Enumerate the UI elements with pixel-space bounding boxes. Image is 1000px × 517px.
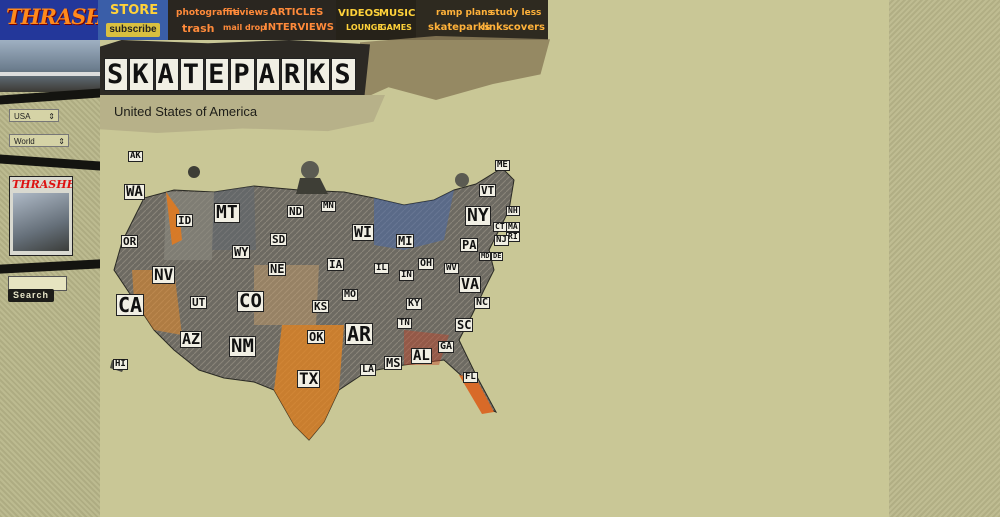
state-wa[interactable]: WA [124, 184, 145, 200]
state-la[interactable]: LA [360, 364, 377, 376]
state-nd[interactable]: ND [287, 205, 305, 218]
nav-articles[interactable]: ARTICLES [270, 7, 323, 18]
state-nm[interactable]: NM [229, 336, 256, 357]
us-map [104, 150, 524, 445]
search-button[interactable]: Search [8, 289, 54, 302]
nav-trash[interactable]: trash [182, 22, 214, 35]
nav-group-media [336, 0, 416, 40]
state-ct[interactable]: CT [493, 222, 507, 232]
us-map-shape [110, 161, 515, 441]
nav-skateparks[interactable]: skateparks [428, 22, 490, 33]
chevron-down-icon: ⇕ [58, 137, 65, 146]
state-al[interactable]: AL [411, 348, 432, 364]
nav-videos[interactable]: VIDEOS [338, 8, 380, 19]
nav-games[interactable]: GAMES [380, 23, 412, 32]
nav-music[interactable]: MUSIC [379, 8, 415, 19]
state-ia[interactable]: IA [327, 258, 345, 271]
magazine-photo [13, 193, 69, 251]
state-or[interactable]: OR [121, 235, 139, 248]
country-select-value: USA [14, 112, 31, 121]
state-ky[interactable]: KY [406, 298, 423, 310]
state-pa[interactable]: PA [460, 238, 479, 252]
state-ms[interactable]: MS [384, 356, 403, 370]
state-md[interactable]: MD [479, 252, 492, 261]
state-nv[interactable]: NV [152, 266, 176, 284]
page-subtitle: United States of America [114, 104, 258, 119]
title-letter: S [104, 58, 129, 91]
title-letter: K [129, 58, 154, 91]
store-section: STORE subscribe [98, 0, 168, 40]
nav-interviews[interactable]: INTERVIEWS [264, 22, 334, 33]
nav-links[interactable]: links [482, 22, 509, 33]
state-nc[interactable]: NC [474, 297, 491, 309]
state-nj[interactable]: NJ [494, 235, 509, 246]
title-letter: K [306, 58, 331, 91]
region-select[interactable]: World ⇕ [9, 134, 69, 147]
page-title: SKATEPARKS [104, 58, 357, 91]
subscribe-link[interactable]: subscribe [106, 23, 160, 37]
state-mn[interactable]: MN [321, 201, 336, 212]
nav-maildrop[interactable]: mail drop [223, 23, 266, 32]
state-hi[interactable]: HI [113, 359, 128, 370]
nav-lounge[interactable]: LOUNGE [346, 23, 383, 32]
state-in[interactable]: IN [399, 270, 414, 281]
title-letter: E [205, 58, 230, 91]
state-sd[interactable]: SD [270, 233, 288, 246]
title-letter: P [230, 58, 255, 91]
nav-studyless[interactable]: study less [490, 8, 541, 18]
title-letter: A [154, 58, 179, 91]
state-id[interactable]: ID [176, 214, 194, 227]
state-va[interactable]: VA [459, 276, 482, 293]
title-letter: T [179, 58, 205, 91]
state-ak[interactable]: AK [128, 151, 143, 162]
region-select-value: World [14, 137, 35, 146]
state-nh[interactable]: NH [506, 206, 520, 216]
state-sc[interactable]: SC [455, 318, 474, 332]
nav-covers[interactable]: covers [508, 22, 545, 33]
nav-group-skate [416, 0, 548, 40]
state-mo[interactable]: MO [342, 289, 359, 301]
state-mi[interactable]: MI [396, 234, 415, 248]
state-vt[interactable]: VT [479, 184, 497, 197]
nav-rampplans[interactable]: ramp plans [436, 8, 493, 18]
state-ne[interactable]: NE [268, 262, 287, 276]
state-ga[interactable]: GA [438, 341, 455, 353]
state-il[interactable]: IL [374, 263, 389, 274]
state-mt[interactable]: MT [214, 203, 240, 223]
state-ca[interactable]: CA [116, 294, 145, 316]
state-wy[interactable]: WY [232, 245, 251, 259]
chevron-down-icon: ⇕ [48, 112, 55, 121]
hero-photo [0, 40, 100, 92]
state-wi[interactable]: WI [352, 224, 375, 241]
state-ma[interactable]: MA [506, 222, 520, 232]
state-oh[interactable]: OH [418, 258, 435, 270]
magazine-cover[interactable]: THRASHER [9, 176, 73, 256]
state-de[interactable]: DE [491, 252, 504, 261]
right-rail [889, 0, 1000, 517]
state-az[interactable]: AZ [180, 331, 203, 348]
state-me[interactable]: ME [495, 160, 510, 171]
nav-reviews[interactable]: reviews [229, 8, 268, 18]
thrasher-logo[interactable]: THRASHER [0, 0, 137, 40]
title-letter: R [280, 58, 306, 91]
state-co[interactable]: CO [237, 291, 264, 312]
state-ar[interactable]: AR [345, 323, 374, 345]
state-wv[interactable]: WV [444, 263, 459, 274]
state-ks[interactable]: KS [312, 300, 330, 313]
state-tx[interactable]: TX [297, 370, 321, 388]
state-fl[interactable]: FL [463, 372, 478, 383]
country-select[interactable]: USA ⇕ [9, 109, 59, 122]
magazine-logo: THRASHER [12, 178, 72, 191]
state-tn[interactable]: TN [397, 318, 412, 329]
store-link[interactable]: STORE [110, 3, 158, 18]
state-ok[interactable]: OK [307, 330, 326, 344]
state-ny[interactable]: NY [465, 206, 491, 226]
title-letter: S [331, 58, 356, 91]
torn-collage [360, 36, 550, 100]
title-letter: A [255, 58, 280, 91]
state-ut[interactable]: UT [190, 296, 208, 309]
